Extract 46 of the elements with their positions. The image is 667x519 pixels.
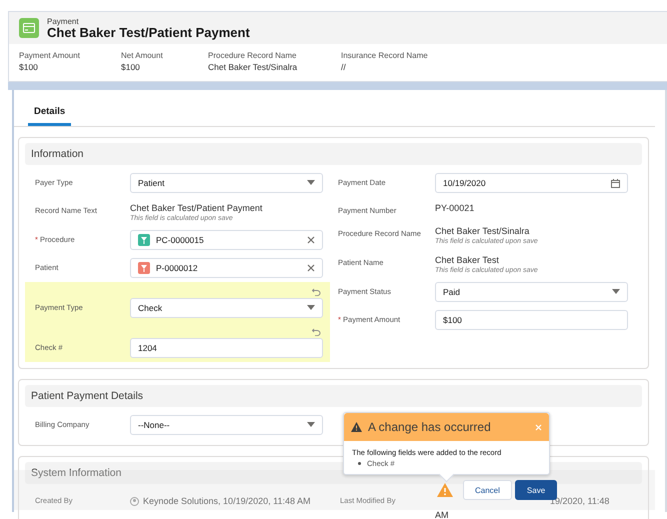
field-value: Chet Baker Test/Sinalra [435, 226, 530, 236]
undo-icon[interactable] [312, 328, 321, 336]
warning-icon[interactable] [437, 483, 453, 497]
picklist-field[interactable]: --None-- [130, 415, 323, 435]
bullet-icon [358, 462, 361, 465]
highlight-label: Procedure Record Name [208, 51, 298, 60]
date-field[interactable]: 10/19/2020 [435, 173, 628, 193]
close-icon[interactable] [535, 424, 542, 430]
highlight-value: $100 [19, 62, 39, 72]
picklist-field[interactable]: Patient [130, 173, 323, 193]
field-value: Chet Baker Test [435, 255, 500, 265]
clear-icon[interactable] [307, 236, 315, 244]
tab[interactable]: Details [28, 102, 72, 126]
save-button[interactable]: Save [514, 480, 558, 500]
dropdown-caret-icon [307, 180, 315, 186]
highlight-value: // [341, 62, 347, 72]
undo-icon[interactable] [312, 288, 321, 296]
highlight-value: $100 [121, 62, 141, 72]
input-field[interactable]: $100 [435, 310, 628, 330]
record-title: Chet Baker Test/Patient Payment [47, 26, 250, 40]
lookup-field[interactable]: PC-0000015 [130, 230, 323, 250]
cancel-button[interactable]: Cancel [463, 480, 512, 500]
highlight-label: Net Amount [121, 51, 164, 60]
section-header[interactable]: Information [25, 143, 642, 165]
user-avatar-icon [130, 497, 139, 506]
field-value: PY-00021 [435, 203, 476, 213]
highlight-label: Payment Amount [19, 51, 81, 60]
highlight-label: Insurance Record Name [341, 51, 428, 60]
field-value: AM [435, 510, 450, 519]
section-header[interactable]: Patient Payment Details [25, 385, 642, 407]
picklist-field[interactable]: Check [130, 298, 323, 318]
picklist-field[interactable]: Paid [435, 282, 628, 302]
input-field[interactable]: 1204 [130, 338, 323, 358]
highlight-value: Chet Baker Test/Sinalra [208, 62, 298, 72]
object-type: Payment [47, 16, 80, 26]
field-value: Keynode Solutions, 10/19/2020, 11:48 AM [143, 496, 310, 508]
lookup-field[interactable]: P-0000012 [130, 258, 323, 278]
dropdown-caret-icon [307, 305, 315, 311]
payment-card-icon [19, 18, 39, 38]
dropdown-caret-icon [307, 422, 315, 428]
field-value: Chet Baker Test/Patient Payment [130, 203, 264, 213]
warning-icon [351, 422, 362, 432]
dropdown-caret-icon [612, 289, 620, 295]
popover-title: A change has occurred [368, 420, 492, 434]
calendar-icon[interactable] [611, 178, 620, 188]
clear-icon[interactable] [307, 264, 315, 272]
